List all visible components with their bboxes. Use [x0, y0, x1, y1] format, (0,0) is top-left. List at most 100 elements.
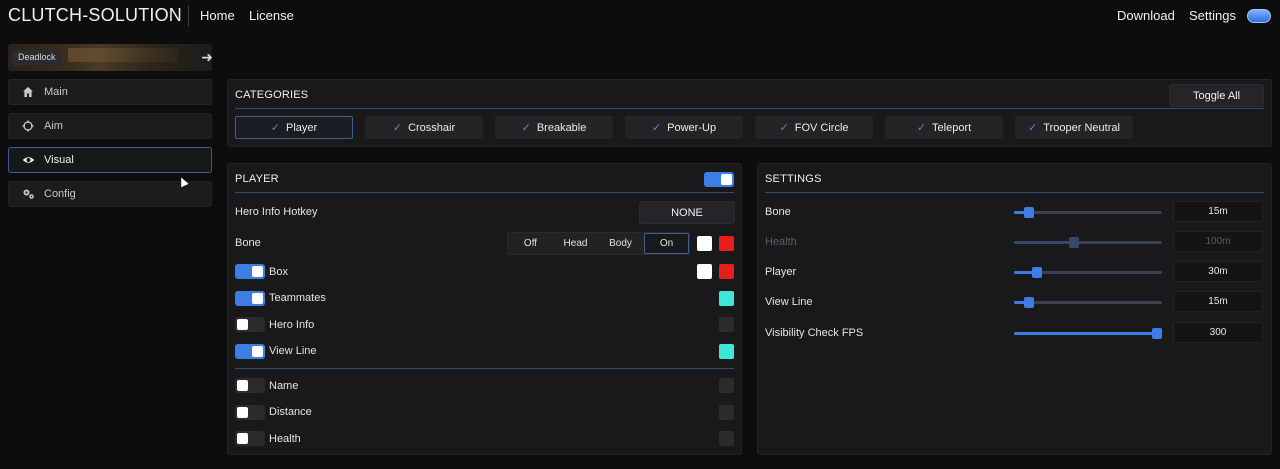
player-enable-toggle[interactable] [704, 172, 734, 187]
categories-title: CATEGORIES [235, 89, 309, 101]
health-color-swatch[interactable] [719, 431, 734, 446]
category-powerup-button[interactable]: ✓ Power-Up [625, 116, 743, 139]
category-teleport-button[interactable]: ✓ Teleport [885, 116, 1003, 139]
distance-toggle[interactable] [235, 405, 265, 420]
name-toggle[interactable] [235, 378, 265, 393]
check-icon: ✓ [521, 122, 531, 134]
slider-thumb[interactable] [1032, 267, 1042, 278]
sidebar-item-label: Main [44, 86, 68, 98]
box-toggle[interactable] [235, 264, 265, 279]
hero-info-toggle[interactable] [235, 317, 265, 332]
toggle-knob [237, 433, 248, 444]
category-player-button[interactable]: ✓ Player [235, 116, 353, 139]
bone-distance-value[interactable]: 15m [1173, 201, 1263, 222]
health-distance-slider[interactable] [1014, 237, 1162, 248]
hero-info-hotkey-button[interactable]: NONE [639, 201, 735, 224]
distance-color-swatch[interactable] [719, 405, 734, 420]
nav-settings-link[interactable]: Settings [1189, 8, 1236, 23]
bone-distance-label: Bone [765, 206, 791, 218]
health-distance-label: Health [765, 236, 797, 248]
category-fov-circle-button[interactable]: ✓ FOV Circle [755, 116, 873, 139]
bone-option-body[interactable]: Body [598, 233, 643, 254]
visibility-check-fps-label: Visibility Check FPS [765, 327, 864, 339]
bone-option-off[interactable]: Off [508, 233, 553, 254]
player-distance-value[interactable]: 30m [1173, 261, 1263, 282]
view-line-distance-slider[interactable] [1014, 297, 1162, 308]
hero-info-color-swatch[interactable] [719, 317, 734, 332]
bone-option-on[interactable]: On [644, 233, 689, 254]
categories-rule [235, 108, 1264, 109]
health-distance-value[interactable]: 100m [1173, 231, 1263, 252]
toggle-knob [252, 293, 263, 304]
box-color-visible-swatch[interactable] [697, 264, 712, 279]
slider-fill [1014, 332, 1157, 335]
distance-label: Distance [269, 406, 312, 418]
slider-thumb[interactable] [1152, 328, 1162, 339]
bone-color-visible-swatch[interactable] [697, 236, 712, 251]
category-label: Crosshair [408, 121, 456, 134]
check-icon: ✓ [270, 122, 281, 134]
category-breakable-button[interactable]: ✓ Breakable [495, 116, 613, 139]
view-line-distance-label: View Line [765, 296, 813, 308]
bone-option-head[interactable]: Head [553, 233, 598, 254]
nav-home-link[interactable]: Home [200, 8, 235, 23]
home-icon [21, 85, 35, 99]
game-label: Deadlock [12, 50, 62, 66]
brand-divider [188, 5, 189, 27]
nav-license-link[interactable]: License [249, 8, 294, 23]
toggle-knob [237, 407, 248, 418]
sidebar-item-main[interactable]: Main [8, 79, 212, 105]
slider-thumb[interactable] [1024, 297, 1034, 308]
health-toggle[interactable] [235, 431, 265, 446]
visibility-check-fps-value[interactable]: 300 [1173, 322, 1263, 343]
player-distance-slider[interactable] [1014, 267, 1162, 278]
teammates-color-swatch[interactable] [719, 291, 734, 306]
brand-title: CLUTCH-SOLUTION [8, 5, 183, 25]
slider-fill [1014, 241, 1074, 244]
nav-download-link[interactable]: Download [1117, 8, 1175, 23]
game-banner-image [68, 48, 178, 62]
toggle-knob [237, 380, 248, 391]
player-title: PLAYER [235, 173, 279, 185]
crosshair-icon [21, 119, 35, 133]
health-label: Health [269, 433, 301, 445]
bone-mode-segmented: Off Head Body On [507, 232, 690, 255]
player-section-divider [235, 368, 734, 369]
view-line-label: View Line [269, 345, 317, 357]
category-crosshair-button[interactable]: ✓ Crosshair [365, 116, 483, 139]
sidebar-item-aim[interactable]: Aim [8, 113, 212, 139]
visibility-check-fps-slider[interactable] [1014, 328, 1162, 339]
view-line-toggle[interactable] [235, 344, 265, 359]
category-trooper-neutral-button[interactable]: ✓ Trooper Neutral [1015, 116, 1133, 139]
toggle-knob [237, 319, 248, 330]
arrow-right-icon[interactable]: ➜ [194, 44, 212, 71]
bone-label: Bone [235, 237, 261, 249]
bone-distance-slider[interactable] [1014, 207, 1162, 218]
slider-thumb[interactable] [1069, 237, 1079, 248]
category-label: Teleport [932, 121, 972, 134]
player-rule [235, 192, 734, 193]
toggle-knob [721, 174, 732, 185]
slider-thumb[interactable] [1024, 207, 1034, 218]
view-line-color-swatch[interactable] [719, 344, 734, 359]
category-label: Breakable [536, 121, 587, 134]
bone-color-hidden-swatch[interactable] [719, 236, 734, 251]
view-line-distance-value[interactable]: 15m [1173, 291, 1263, 312]
name-color-swatch[interactable] [719, 378, 734, 393]
box-color-hidden-swatch[interactable] [719, 264, 734, 279]
toggle-all-button[interactable]: Toggle All [1169, 84, 1264, 107]
category-label: FOV Circle [794, 121, 849, 134]
game-selector[interactable]: Deadlock ➜ [8, 44, 212, 71]
toggle-knob [252, 346, 263, 357]
user-avatar[interactable] [1247, 9, 1271, 23]
settings-title: SETTINGS [765, 173, 822, 185]
category-label: Power-Up [667, 121, 717, 134]
box-label: Box [269, 266, 288, 278]
check-icon: ✓ [651, 122, 662, 134]
top-bar: CLUTCH-SOLUTION Home License Download Se… [0, 0, 1280, 32]
sidebar-item-visual[interactable]: Visual [8, 147, 212, 173]
teammates-toggle[interactable] [235, 291, 265, 306]
hero-info-label: Hero Info [269, 319, 315, 331]
gears-icon [21, 187, 35, 201]
sidebar-item-label: Aim [44, 120, 63, 132]
